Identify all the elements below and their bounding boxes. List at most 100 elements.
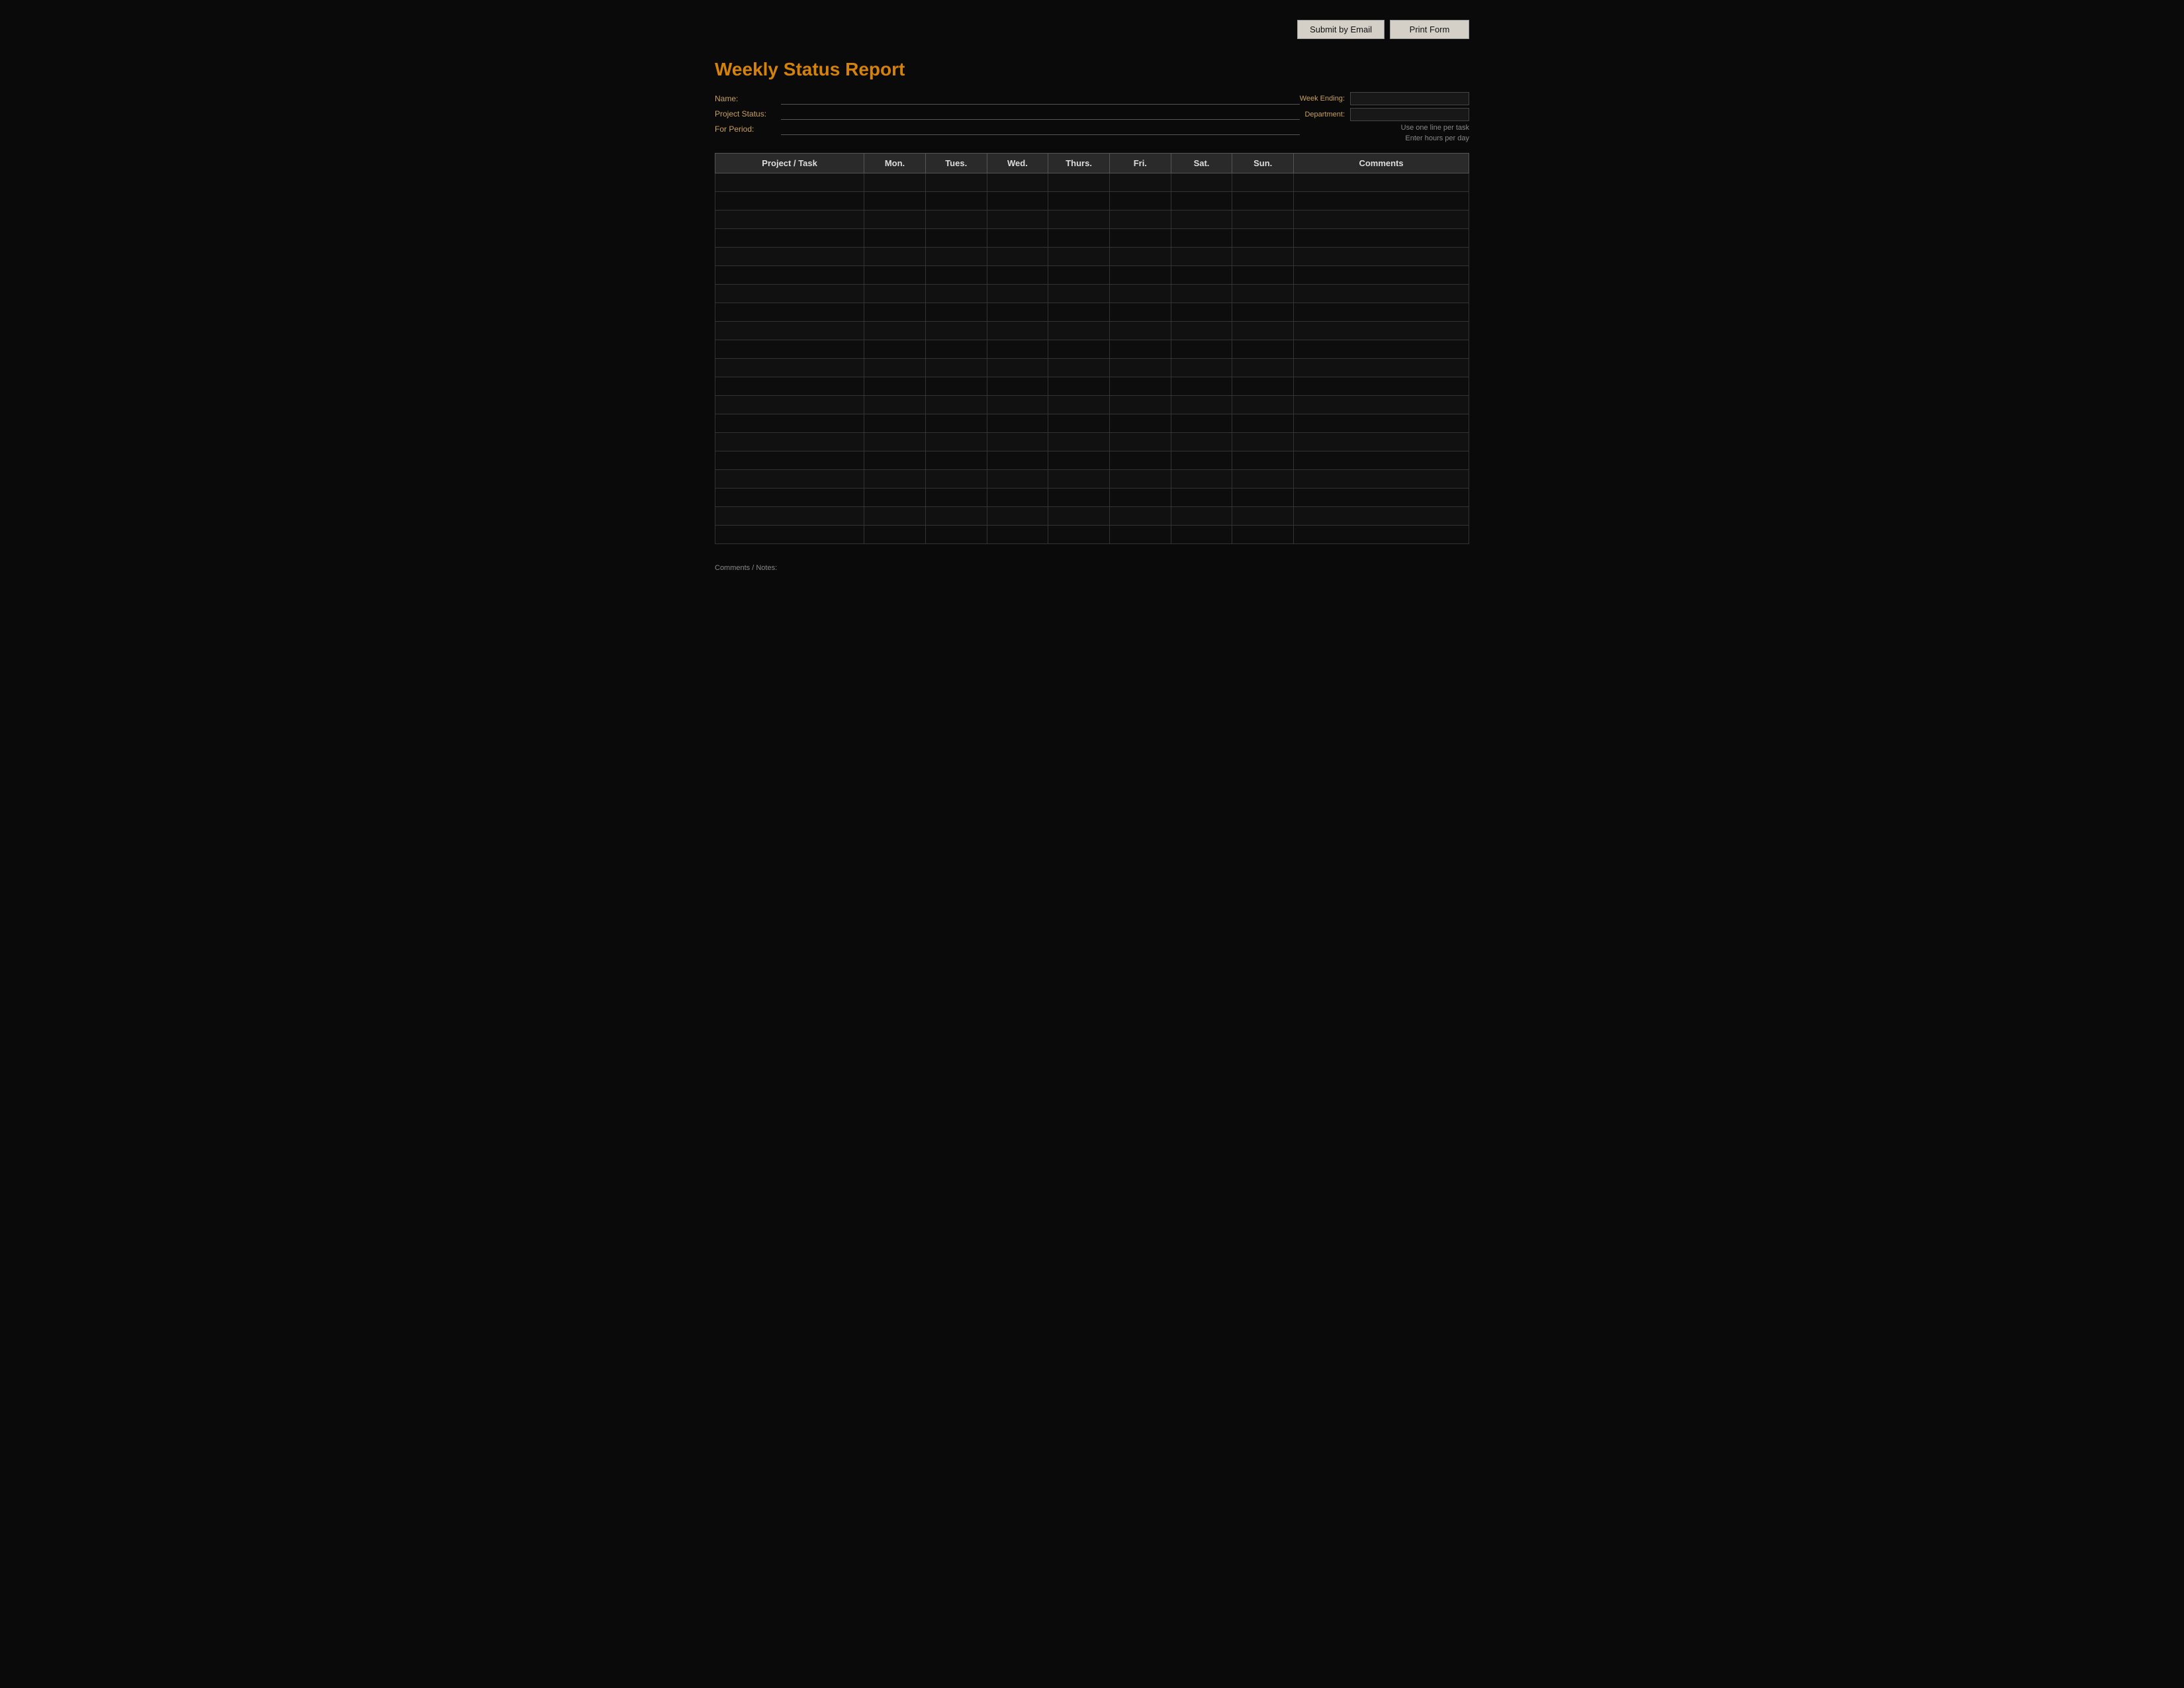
cell-wed[interactable] [987, 173, 1048, 191]
cell-thurs[interactable] [1048, 211, 1109, 228]
cell-comments[interactable] [1294, 396, 1469, 414]
cell-fri[interactable] [1110, 507, 1171, 525]
cell-fri[interactable] [1110, 377, 1171, 395]
week-ending-input[interactable] [1350, 92, 1469, 105]
cell-mon[interactable] [864, 322, 925, 340]
cell-mon[interactable] [864, 303, 925, 321]
cell-wed[interactable] [987, 489, 1048, 506]
cell-comments[interactable] [1294, 211, 1469, 228]
cell-wed[interactable] [987, 526, 1048, 543]
cell-sun[interactable] [1232, 433, 1293, 451]
cell-mon[interactable] [864, 489, 925, 506]
cell-tues[interactable] [926, 470, 987, 488]
cell-comments[interactable] [1294, 377, 1469, 395]
cell-mon[interactable] [864, 266, 925, 284]
cell-sat[interactable] [1171, 489, 1232, 506]
cell-fri[interactable] [1110, 433, 1171, 451]
cell-thurs[interactable] [1048, 340, 1109, 358]
cell-thurs[interactable] [1048, 229, 1109, 247]
cell-thurs[interactable] [1048, 396, 1109, 414]
cell-comments[interactable] [1294, 489, 1469, 506]
cell-wed[interactable] [987, 248, 1048, 265]
cell-mon[interactable] [864, 470, 925, 488]
cell-project-task[interactable] [715, 192, 864, 210]
cell-tues[interactable] [926, 266, 987, 284]
cell-sun[interactable] [1232, 489, 1293, 506]
cell-sat[interactable] [1171, 248, 1232, 265]
cell-mon[interactable] [864, 340, 925, 358]
cell-mon[interactable] [864, 507, 925, 525]
cell-sun[interactable] [1232, 359, 1293, 377]
cell-project-task[interactable] [715, 470, 864, 488]
cell-thurs[interactable] [1048, 470, 1109, 488]
cell-tues[interactable] [926, 359, 987, 377]
cell-fri[interactable] [1110, 340, 1171, 358]
cell-tues[interactable] [926, 248, 987, 265]
cell-project-task[interactable] [715, 377, 864, 395]
cell-fri[interactable] [1110, 303, 1171, 321]
cell-tues[interactable] [926, 303, 987, 321]
cell-thurs[interactable] [1048, 266, 1109, 284]
cell-project-task[interactable] [715, 396, 864, 414]
cell-comments[interactable] [1294, 322, 1469, 340]
cell-wed[interactable] [987, 377, 1048, 395]
cell-thurs[interactable] [1048, 414, 1109, 432]
cell-sun[interactable] [1232, 396, 1293, 414]
cell-fri[interactable] [1110, 396, 1171, 414]
cell-mon[interactable] [864, 229, 925, 247]
cell-sat[interactable] [1171, 229, 1232, 247]
cell-project-task[interactable] [715, 359, 864, 377]
cell-tues[interactable] [926, 526, 987, 543]
cell-sun[interactable] [1232, 377, 1293, 395]
cell-wed[interactable] [987, 192, 1048, 210]
cell-wed[interactable] [987, 359, 1048, 377]
cell-wed[interactable] [987, 229, 1048, 247]
cell-sat[interactable] [1171, 285, 1232, 303]
cell-project-task[interactable] [715, 489, 864, 506]
cell-comments[interactable] [1294, 303, 1469, 321]
cell-tues[interactable] [926, 340, 987, 358]
cell-thurs[interactable] [1048, 433, 1109, 451]
cell-fri[interactable] [1110, 192, 1171, 210]
cell-project-task[interactable] [715, 433, 864, 451]
cell-sun[interactable] [1232, 285, 1293, 303]
cell-wed[interactable] [987, 470, 1048, 488]
cell-tues[interactable] [926, 173, 987, 191]
cell-sat[interactable] [1171, 340, 1232, 358]
cell-mon[interactable] [864, 211, 925, 228]
cell-project-task[interactable] [715, 414, 864, 432]
cell-fri[interactable] [1110, 248, 1171, 265]
cell-wed[interactable] [987, 396, 1048, 414]
cell-tues[interactable] [926, 229, 987, 247]
cell-sun[interactable] [1232, 507, 1293, 525]
cell-thurs[interactable] [1048, 507, 1109, 525]
cell-fri[interactable] [1110, 489, 1171, 506]
cell-fri[interactable] [1110, 526, 1171, 543]
cell-wed[interactable] [987, 322, 1048, 340]
cell-sun[interactable] [1232, 322, 1293, 340]
cell-comments[interactable] [1294, 451, 1469, 469]
cell-sun[interactable] [1232, 414, 1293, 432]
cell-comments[interactable] [1294, 359, 1469, 377]
cell-thurs[interactable] [1048, 248, 1109, 265]
project-status-input[interactable] [781, 107, 1300, 120]
cell-comments[interactable] [1294, 507, 1469, 525]
cell-fri[interactable] [1110, 470, 1171, 488]
cell-sat[interactable] [1171, 266, 1232, 284]
cell-fri[interactable] [1110, 322, 1171, 340]
cell-comments[interactable] [1294, 414, 1469, 432]
cell-wed[interactable] [987, 303, 1048, 321]
cell-fri[interactable] [1110, 451, 1171, 469]
cell-sat[interactable] [1171, 414, 1232, 432]
cell-mon[interactable] [864, 526, 925, 543]
cell-sun[interactable] [1232, 266, 1293, 284]
cell-sat[interactable] [1171, 470, 1232, 488]
cell-thurs[interactable] [1048, 451, 1109, 469]
cell-project-task[interactable] [715, 266, 864, 284]
cell-sun[interactable] [1232, 340, 1293, 358]
cell-comments[interactable] [1294, 340, 1469, 358]
name-input[interactable] [781, 92, 1300, 105]
cell-fri[interactable] [1110, 173, 1171, 191]
cell-comments[interactable] [1294, 433, 1469, 451]
cell-project-task[interactable] [715, 229, 864, 247]
